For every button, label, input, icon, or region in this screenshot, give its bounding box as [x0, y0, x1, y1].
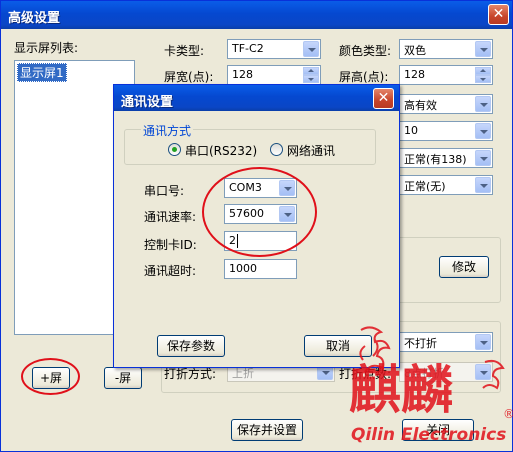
chevron-down-icon[interactable]	[475, 96, 491, 112]
close-icon[interactable]: ✕	[488, 4, 509, 25]
stepper-up-icon[interactable]	[303, 67, 319, 75]
color-type-select[interactable]: 双色	[399, 39, 493, 59]
remove-screen-button[interactable]: -屏	[104, 367, 142, 389]
fold-points-value: 8点打折	[404, 367, 444, 380]
save-params-button[interactable]: 保存参数	[157, 335, 225, 357]
title-bar: 高级设置 ✕	[1, 1, 512, 29]
radio-serial-label[interactable]: 串口(RS232)	[185, 142, 257, 159]
chevron-down-icon[interactable]	[475, 41, 491, 57]
decoder-value: 正常(有138)	[404, 153, 467, 166]
stepper-down-icon[interactable]	[475, 75, 491, 83]
radio-network[interactable]	[270, 143, 283, 156]
height-value: 128	[404, 68, 425, 81]
radio-network-label[interactable]: 网络通讯	[287, 142, 335, 159]
dialog-title-bar: 通讯设置 ✕	[114, 85, 399, 111]
width-stepper[interactable]: 128	[227, 65, 321, 85]
chevron-down-icon[interactable]	[475, 334, 491, 350]
save-settings-button[interactable]: 保存并设置	[231, 419, 303, 441]
port-label: 串口号:	[144, 184, 185, 198]
fold-select[interactable]: 不打折	[399, 332, 493, 352]
timeout-field[interactable]: 1000	[224, 259, 297, 279]
dialog-title: 通讯设置	[121, 95, 174, 110]
decoder-select[interactable]: 正常(有138)	[399, 148, 493, 168]
cancel-button[interactable]: 取消	[304, 335, 372, 357]
comm-mode-legend: 通讯方式	[141, 122, 194, 139]
modify-button[interactable]: 修改	[439, 256, 489, 278]
color-type-label: 颜色类型:	[339, 44, 392, 58]
width-label: 屏宽(点):	[164, 70, 214, 84]
close-icon[interactable]: ✕	[373, 88, 394, 109]
timeout-value: 1000	[229, 262, 257, 275]
baud-label: 通讯速率:	[144, 210, 197, 224]
signal-polarity-select[interactable]: 高有效	[399, 94, 493, 114]
list-item[interactable]: 显示屏1	[17, 63, 67, 82]
stepper-down-icon[interactable]	[303, 75, 319, 83]
color-type-value: 双色	[404, 44, 426, 57]
height-stepper[interactable]: 128	[399, 65, 493, 85]
chevron-down-icon[interactable]	[475, 150, 491, 166]
comm-settings-dialog: 通讯设置 ✕ 通讯方式 串口(RS232) 网络通讯 串口号: COM3 通讯速…	[113, 84, 400, 368]
close-button[interactable]: 关闭	[402, 419, 474, 441]
annotation-circle	[202, 167, 317, 257]
window-title: 高级设置	[8, 11, 61, 26]
data-mode-value: 正常(无)	[404, 180, 446, 193]
card-type-label: 卡类型:	[164, 44, 205, 58]
fold-points-select[interactable]: 8点打折	[399, 362, 493, 382]
stepper-up-icon[interactable]	[475, 67, 491, 75]
data-mode-select[interactable]: 正常(无)	[399, 175, 493, 195]
annotation-circle	[21, 358, 80, 395]
fold-value: 不打折	[404, 337, 437, 350]
scan-value-select[interactable]: 10	[399, 121, 493, 141]
chevron-down-icon[interactable]	[475, 177, 491, 193]
height-label: 屏高(点):	[339, 70, 389, 84]
signal-polarity-value: 高有效	[404, 99, 437, 112]
screen-list-label: 显示屏列表:	[14, 41, 79, 55]
card-id-label: 控制卡ID:	[144, 238, 197, 252]
width-value: 128	[232, 68, 253, 81]
timeout-label: 通讯超时:	[144, 264, 197, 278]
card-type-value: TF-C2	[232, 42, 264, 55]
chevron-down-icon[interactable]	[475, 123, 491, 139]
radio-serial[interactable]	[168, 143, 181, 156]
card-type-select[interactable]: TF-C2	[227, 39, 321, 59]
chevron-down-icon[interactable]	[475, 364, 491, 380]
scan-value: 10	[404, 124, 418, 137]
chevron-down-icon[interactable]	[303, 41, 319, 57]
